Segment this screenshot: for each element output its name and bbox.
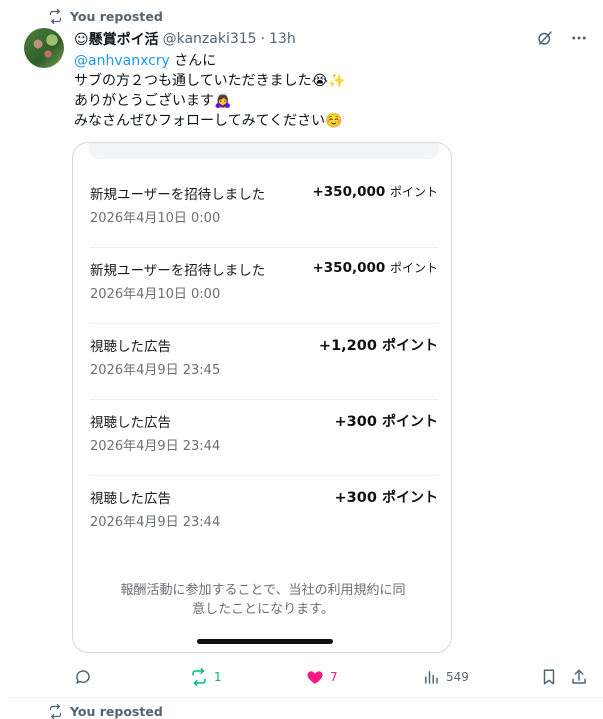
home-indicator-bar [197,639,333,644]
reward-amount-value: +350,000 [312,184,386,200]
reward-row: 新規ユーザーを招待しました 2026年4月10日 0:00 +350,000 ポ… [90,239,438,315]
share-button[interactable] [570,666,588,688]
reward-date: 2026年4月10日 0:00 [90,211,221,226]
tweet-actions: 1 7 549 [72,666,592,688]
heart-icon [307,671,323,684]
reward-title: 新規ユーザーを招待しました [90,187,266,203]
author-handle[interactable]: @kanzaki315 [163,31,257,47]
reward-title: 新規ユーザーを招待しました [90,263,266,279]
bowing-emoji: 🙇‍♀️ [214,93,232,109]
reward-amount-unit: ポイント [389,185,438,199]
reply-icon [76,670,90,684]
reward-amount: +300 ポイント [335,411,438,431]
grok-icon[interactable] [535,28,555,48]
reward-row: 視聴した広告 2026年4月9日 23:45 +1,200 ポイント [90,315,438,391]
views-count: 549 [446,670,469,684]
reward-amount-value: +300 [334,414,377,430]
bookmark-button[interactable] [540,666,558,688]
smiling-emoji: ☺️ [325,113,343,129]
reward-amount-value: +350,000 [312,260,386,276]
tweet-line-4-text: みなさんぜひフォローしてみてください [74,113,326,129]
tweet-header: ☺懸賞ポイ活 @kanzaki315 · 13h [74,29,296,49]
reward-amount-unit: ポイント [382,490,438,506]
retweet-icon [192,668,206,686]
reward-row: 視聴した広告 2026年4月9日 23:44 +300 ポイント [90,467,438,543]
terms-line-2: 意したことになります。 [192,602,334,617]
mention-link[interactable]: @anhvanxcry [74,53,170,69]
more-options-icon[interactable] [569,28,589,48]
reward-row: 新規ユーザーを招待しました 2026年4月10日 0:00 +350,000 ポ… [90,163,438,239]
analytics-icon [425,671,438,684]
retweet-button[interactable]: 1 [190,666,222,688]
tweet-text: @anhvanxcry さんに サブの方２つも通していただきました😭✨ ありがと… [74,51,574,131]
tweet-line-2-text: サブの方２つも通していただきました [74,73,312,89]
tweet-line-3: ありがとうございます🙇‍♀️ [74,91,574,111]
reward-date: 2026年4月9日 23:45 [90,363,221,378]
repost-banner-label: You reposted [70,8,163,24]
reply-button[interactable] [74,666,98,688]
post-time[interactable]: 13h [269,31,296,47]
reward-amount: +350,000 ポイント [312,259,438,276]
tweet-line-1-suffix: さんに [169,53,217,69]
tweet-line-3-text: ありがとうございます [74,93,214,109]
repost-banner: You reposted [48,7,163,25]
terms-line-1: 報酬活動に参加することで、当社の利用規約に同 [120,583,406,598]
reward-amount: +1,200 ポイント [319,335,438,355]
reward-title: 視聴した広告 [90,339,171,355]
reward-amount-value: +300 [334,490,377,506]
reward-title: 視聴した広告 [90,415,171,431]
bookmark-icon [543,669,555,685]
reward-title: 視聴した広告 [90,491,171,507]
reward-date: 2026年4月10日 0:00 [90,287,221,302]
tweet-post: You reposted ☺懸賞ポイ活 @kanzaki315 · 13h @a… [0,0,603,719]
reward-amount: +300 ポイント [335,487,438,507]
tweet-line-1: @anhvanxcry さんに [74,51,574,71]
separator-dot: · [260,31,266,47]
post-divider [8,697,603,698]
like-button[interactable]: 7 [306,666,338,688]
reward-amount-unit: ポイント [382,414,438,430]
tweet-line-2: サブの方２つも通していただきました😭✨ [74,71,574,91]
share-icon [572,669,586,684]
avatar[interactable] [24,28,64,68]
crying-sparkles-emoji: 😭✨ [311,73,346,89]
attached-screenshot[interactable]: 新規ユーザーを招待しました 2026年4月10日 0:00 +350,000 ポ… [72,142,452,653]
views-button[interactable]: 549 [422,666,469,688]
reward-row: 視聴した広告 2026年4月9日 23:44 +300 ポイント [90,391,438,467]
retweet-count: 1 [214,670,222,684]
terms-notice: 報酬活動に参加することで、当社の利用規約に同 意したことになります。 [103,581,423,619]
author-name[interactable]: ☺懸賞ポイ活 [74,29,159,49]
reward-date: 2026年4月9日 23:44 [90,515,221,530]
reward-amount-value: +1,200 [318,338,377,354]
like-count: 7 [330,670,338,684]
reward-amount: +350,000 ポイント [312,183,438,200]
reward-date: 2026年4月9日 23:44 [90,439,221,454]
top-actions [535,28,589,48]
tweet-line-4: みなさんぜひフォローしてみてください☺️ [74,111,574,131]
screenshot-top-bar [89,143,439,159]
reward-amount-unit: ポイント [389,261,438,275]
repost-icon [49,8,62,24]
reward-amount-unit: ポイント [382,338,438,354]
